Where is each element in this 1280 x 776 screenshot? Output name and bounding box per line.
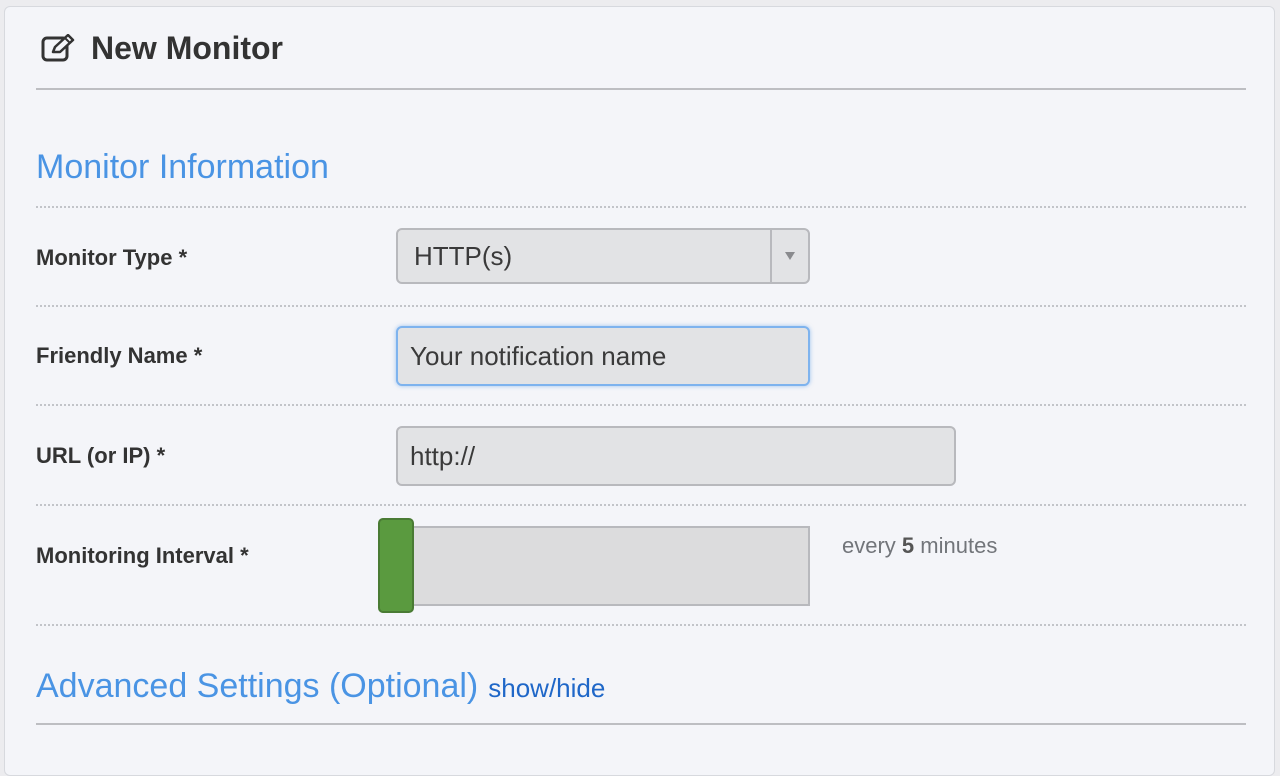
interval-prefix: every: [842, 533, 902, 558]
url-input[interactable]: [396, 426, 956, 486]
show-hide-link[interactable]: show/hide: [488, 673, 605, 703]
friendly-name-label: Friendly Name *: [36, 343, 203, 368]
chevron-down-icon[interactable]: [770, 230, 808, 282]
monitor-type-label: Monitor Type *: [36, 245, 188, 270]
row-divider: [36, 404, 1246, 406]
row-divider: [36, 504, 1246, 506]
monitoring-interval-label: Monitoring Interval *: [36, 543, 249, 568]
panel-header: New Monitor: [36, 30, 283, 67]
page-title: New Monitor: [91, 30, 283, 66]
monitor-type-value: HTTP(s): [414, 240, 513, 271]
interval-value: 5: [901, 533, 915, 558]
advanced-settings-title: Advanced Settings (Optional): [36, 667, 479, 705]
interval-suffix: minutes: [914, 533, 998, 558]
interval-readout: every 5 minutes: [842, 533, 997, 559]
edit-icon: [40, 31, 76, 67]
section-divider: [36, 206, 1246, 208]
row-divider: [36, 305, 1246, 307]
advanced-divider: [36, 723, 1246, 725]
advanced-settings-heading: Advanced Settings (Optional) show/hide: [36, 667, 605, 706]
interval-slider-track[interactable]: [396, 526, 810, 606]
monitor-type-select[interactable]: HTTP(s): [396, 228, 810, 284]
friendly-name-input[interactable]: [396, 326, 810, 386]
interval-slider-handle[interactable]: [378, 518, 414, 613]
row-divider: [36, 624, 1246, 626]
new-monitor-panel: [4, 6, 1275, 776]
url-label: URL (or IP) *: [36, 443, 166, 468]
monitor-information-heading: Monitor Information: [36, 148, 329, 186]
header-divider: [36, 88, 1246, 90]
